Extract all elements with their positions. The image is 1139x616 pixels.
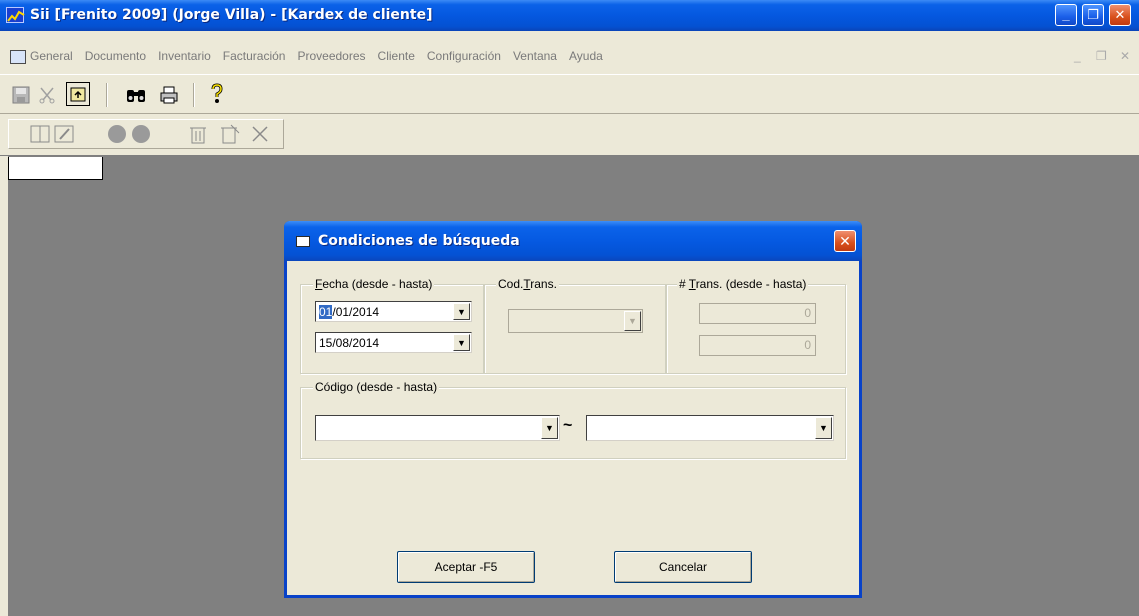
close-icon: ✕ bbox=[839, 233, 851, 249]
fecha-label: Fecha (desde - hasta) bbox=[313, 277, 435, 291]
minimize-icon: _ bbox=[1062, 7, 1070, 22]
binoculars-icon[interactable] bbox=[124, 83, 148, 107]
num-trans-label-pre: # bbox=[679, 277, 689, 291]
num-trans-label-rest: rans. (desde - hasta) bbox=[695, 277, 807, 291]
search-conditions-dialog: Condiciones de búsqueda ✕ Fecha (desde -… bbox=[284, 221, 862, 598]
main-toolbar bbox=[0, 74, 1139, 114]
fecha-hasta-value: 15/08/2014 bbox=[319, 336, 380, 350]
toolbar-separator bbox=[193, 83, 195, 107]
cancel-x-icon[interactable] bbox=[248, 122, 272, 146]
edit-record-icon[interactable] bbox=[52, 122, 76, 146]
prev-circle-icon[interactable] bbox=[105, 122, 129, 146]
num-trans-label: # Trans. (desde - hasta) bbox=[677, 277, 809, 291]
menu-configuracion[interactable]: Configuración bbox=[427, 49, 501, 63]
save-icon[interactable] bbox=[9, 83, 33, 107]
mdi-child-tab[interactable] bbox=[8, 157, 103, 180]
chevron-down-icon[interactable]: ▼ bbox=[541, 417, 558, 439]
chevron-down-icon[interactable]: ▼ bbox=[815, 417, 832, 439]
cod-trans-label: Cod.Trans. bbox=[496, 277, 559, 291]
record-toolbar bbox=[0, 114, 1139, 156]
mdi-document-icon[interactable] bbox=[10, 50, 26, 64]
toolbar-separator bbox=[106, 83, 108, 107]
num-trans-group: # Trans. (desde - hasta) 0 0 bbox=[666, 277, 846, 374]
dialog-window-icon bbox=[296, 236, 310, 247]
menu-proveedores[interactable]: Proveedores bbox=[297, 49, 365, 63]
maximize-button[interactable]: ❐ bbox=[1082, 4, 1104, 26]
dialog-title: Condiciones de búsqueda bbox=[318, 233, 520, 249]
fecha-label-text: echa (desde - hasta) bbox=[322, 277, 433, 291]
codigo-group: Código (desde - hasta) ▼ ~ ▼ bbox=[300, 380, 846, 459]
next-circle-icon[interactable] bbox=[129, 122, 153, 146]
fecha-group: Fecha (desde - hasta) 01/01/2014 ▼ 15/08… bbox=[300, 277, 484, 374]
window-title: Sii [Frenito 2009] (Jorge Villa) - [Kard… bbox=[30, 7, 433, 23]
app-chart-icon bbox=[6, 7, 25, 23]
menu-facturacion[interactable]: Facturación bbox=[223, 49, 286, 63]
menu-bar: General Documento Inventario Facturación… bbox=[0, 31, 1139, 74]
first-record-icon[interactable] bbox=[28, 122, 52, 146]
delete-all-icon[interactable] bbox=[218, 122, 242, 146]
num-trans-label-mnemonic: T bbox=[688, 277, 696, 291]
num-trans-to-field[interactable]: 0 bbox=[699, 335, 816, 356]
restore-icon: ❐ bbox=[1087, 7, 1099, 22]
cod-trans-label-rest: rans. bbox=[530, 277, 557, 291]
left-frame-strip bbox=[0, 156, 8, 616]
fecha-desde-combo[interactable]: 01/01/2014 ▼ bbox=[315, 301, 472, 322]
menu-ayuda[interactable]: Ayuda bbox=[569, 49, 603, 63]
cut-icon[interactable] bbox=[35, 83, 59, 107]
cod-trans-group: Cod.Trans. ▼ bbox=[484, 277, 666, 374]
mdi-restore-icon[interactable]: ❐ bbox=[1096, 49, 1107, 63]
chevron-down-icon[interactable]: ▼ bbox=[624, 311, 641, 331]
cod-trans-combo[interactable]: ▼ bbox=[508, 309, 643, 333]
codigo-label: Código (desde - hasta) bbox=[313, 380, 440, 394]
range-separator: ~ bbox=[563, 417, 573, 434]
menu-items: General Documento Inventario Facturación… bbox=[30, 49, 615, 63]
menu-documento[interactable]: Documento bbox=[85, 49, 146, 63]
chevron-down-icon[interactable]: ▼ bbox=[453, 334, 470, 351]
menu-inventario[interactable]: Inventario bbox=[158, 49, 211, 63]
minimize-button[interactable]: _ bbox=[1055, 4, 1077, 26]
trash-icon[interactable] bbox=[186, 122, 210, 146]
chevron-down-icon[interactable]: ▼ bbox=[453, 303, 470, 320]
fecha-desde-value: 01/01/2014 bbox=[319, 305, 379, 319]
codigo-hasta-combo[interactable]: ▼ bbox=[586, 415, 834, 441]
menu-ventana[interactable]: Ventana bbox=[513, 49, 557, 63]
print-icon[interactable] bbox=[157, 83, 181, 107]
window-titlebar: Sii [Frenito 2009] (Jorge Villa) - [Kard… bbox=[0, 0, 1139, 31]
help-icon[interactable] bbox=[205, 82, 229, 106]
dialog-titlebar: Condiciones de búsqueda ✕ bbox=[284, 221, 862, 261]
fecha-hasta-combo[interactable]: 15/08/2014 ▼ bbox=[315, 332, 472, 353]
menu-cliente[interactable]: Cliente bbox=[378, 49, 415, 63]
menu-general[interactable]: General bbox=[30, 49, 73, 63]
close-button[interactable]: ✕ bbox=[1109, 4, 1131, 26]
cod-trans-label-pre: Cod. bbox=[498, 277, 524, 291]
paste-icon[interactable] bbox=[66, 82, 90, 106]
close-icon: ✕ bbox=[1114, 7, 1126, 22]
num-trans-from-field[interactable]: 0 bbox=[699, 303, 816, 324]
dialog-close-button[interactable]: ✕ bbox=[834, 230, 856, 252]
fecha-desde-selected: 01 bbox=[319, 305, 333, 319]
fecha-desde-rest: /01/2014 bbox=[332, 305, 380, 319]
codigo-desde-combo[interactable]: ▼ bbox=[315, 415, 560, 441]
mdi-close-icon[interactable]: ✕ bbox=[1120, 49, 1130, 63]
aceptar-button[interactable]: Aceptar -F5 bbox=[397, 551, 535, 583]
mdi-minimize-icon[interactable]: _ bbox=[1074, 49, 1081, 63]
cancelar-button[interactable]: Cancelar bbox=[614, 551, 752, 583]
